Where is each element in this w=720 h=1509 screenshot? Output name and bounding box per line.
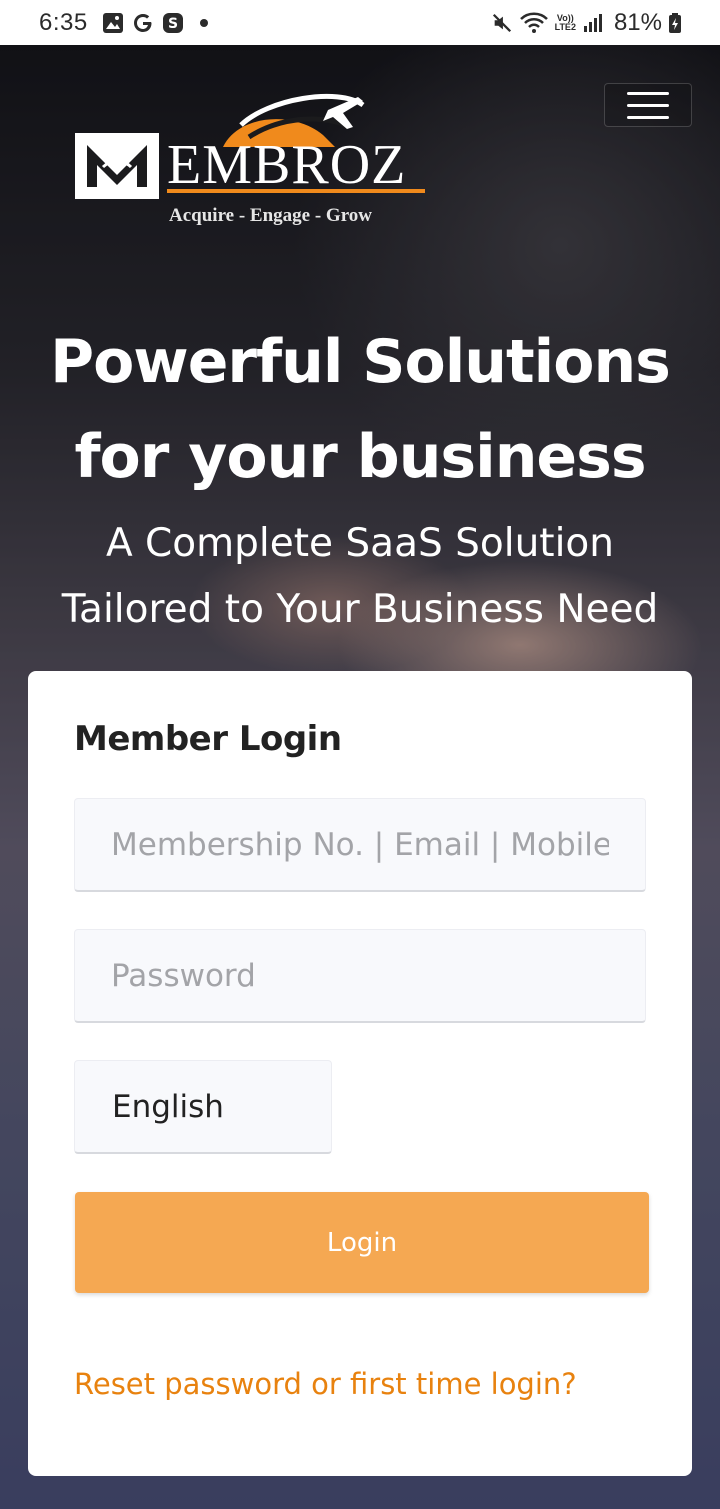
svg-text:S: S <box>168 16 178 32</box>
wifi-icon <box>519 12 549 34</box>
username-input[interactable] <box>74 798 646 892</box>
status-bar: 6:35 S Vo)) LTE2 81% <box>0 0 720 45</box>
google-icon <box>132 12 154 34</box>
reset-password-link[interactable]: Reset password or first time login? <box>74 1367 577 1401</box>
battery-percent: 81% <box>613 8 662 36</box>
password-input[interactable] <box>74 929 646 1023</box>
logo-graphic: EMBROZ Acquire - Engage - Grow <box>75 93 425 226</box>
brand-logo[interactable]: EMBROZ Acquire - Engage - Grow <box>73 75 433 235</box>
subline-line-2: Tailored to Your Business Need <box>61 587 659 632</box>
hamburger-menu-button[interactable] <box>604 83 692 127</box>
gallery-icon <box>102 12 124 34</box>
menu-bar-icon <box>627 103 669 107</box>
lte-label: LTE2 <box>554 21 576 32</box>
menu-bar-icon <box>627 91 669 95</box>
headline-line-2: for your business <box>74 422 646 492</box>
hero-headline: Powerful Solutions for your business <box>0 315 720 505</box>
hero-section: EMBROZ Acquire - Engage - Grow Powerful … <box>0 45 720 1509</box>
menu-bar-icon <box>627 115 669 119</box>
mute-icon <box>491 12 513 34</box>
notification-dot-icon <box>199 18 208 27</box>
s-app-icon: S <box>162 12 184 34</box>
language-value: English <box>112 1088 224 1125</box>
logo-wordmark: EMBROZ <box>167 134 406 196</box>
language-select[interactable]: English <box>74 1060 332 1154</box>
headline-line-1: Powerful Solutions <box>50 327 671 397</box>
battery-icon <box>668 12 682 34</box>
login-button[interactable]: Login <box>75 1192 649 1293</box>
logo-tagline: Acquire - Engage - Grow <box>169 205 372 226</box>
status-time: 6:35 <box>39 8 88 36</box>
subline-line-1: A Complete SaaS Solution <box>105 521 614 566</box>
volte-icon: Vo)) LTE2 <box>554 13 576 32</box>
login-title: Member Login <box>74 719 342 759</box>
hero-subline: A Complete SaaS Solution Tailored to You… <box>0 511 720 643</box>
login-card: Member Login English Login Reset passwor… <box>28 671 692 1476</box>
signal-icon <box>582 12 604 34</box>
